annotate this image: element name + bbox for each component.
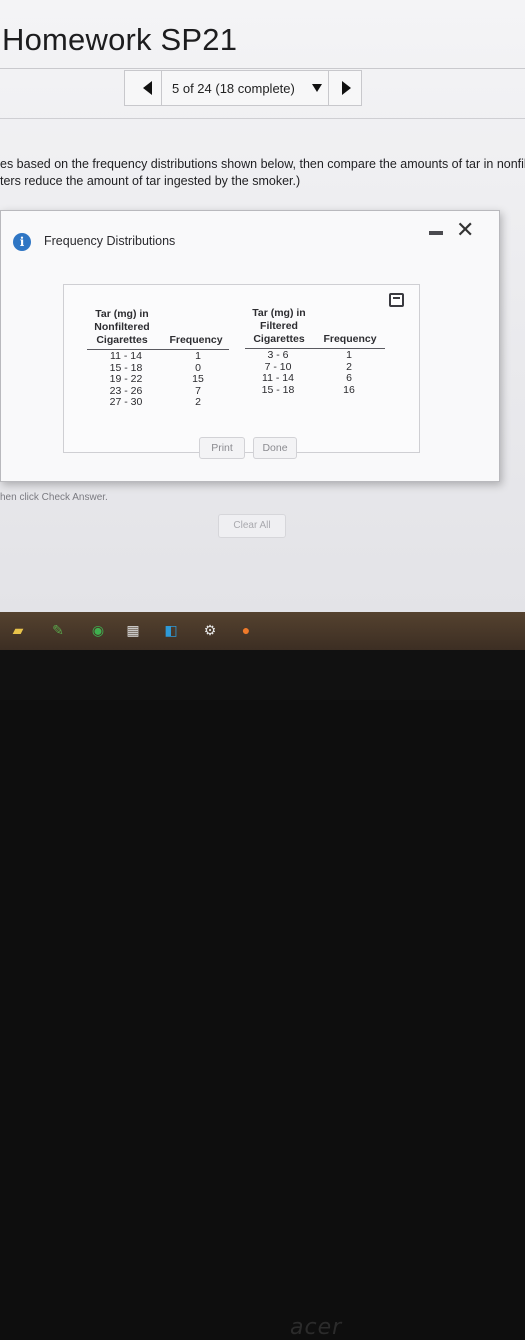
filtered-frequencies: 1 2 6 16 (334, 349, 364, 396)
browser-page: Homework SP21 5 of 24 (18 complete) es b… (0, 0, 525, 612)
class-cell: 27 - 30 (109, 396, 143, 408)
check-answer-hint: hen click Check Answer. (0, 492, 108, 503)
question-position-label[interactable]: 5 of 24 (18 complete) (172, 81, 295, 96)
divider (161, 71, 162, 105)
print-button[interactable]: Print (199, 437, 245, 459)
divider (0, 118, 525, 119)
class-cell: 19 - 22 (109, 373, 143, 385)
question-list-dropdown-icon[interactable] (312, 84, 322, 92)
header-line: Tar (mg) in (252, 307, 306, 319)
settings-icon[interactable]: ⚙ (202, 622, 218, 638)
class-cell: 15 - 18 (261, 383, 295, 396)
done-button[interactable]: Done (253, 437, 297, 459)
header-line: Cigarettes (253, 333, 305, 345)
header-line: Filtered (260, 320, 298, 332)
previous-question-icon[interactable] (143, 81, 152, 95)
frequency-cell: 16 (343, 383, 355, 396)
taskbar: ▰ ✎ ◉ ▦ ◧ ⚙ ● (0, 612, 525, 650)
pen-icon[interactable]: ✎ (50, 622, 66, 638)
frequency-cell: 2 (195, 396, 201, 408)
header-underline (245, 348, 385, 349)
folder-icon[interactable]: ▰ (10, 622, 26, 638)
divider (328, 71, 329, 105)
nonfiltered-classes: 11 - 14 15 - 18 19 - 22 23 - 26 27 - 30 (91, 350, 161, 409)
brand-logo: acer (290, 1315, 343, 1340)
question-navigator: 5 of 24 (18 complete) (124, 70, 362, 106)
close-icon[interactable]: ✕ (456, 219, 474, 241)
class-cell: 3 - 6 (267, 349, 289, 361)
question-line-2: ters reduce the amount of tar ingested b… (0, 174, 301, 188)
chrome-icon[interactable]: ◉ (90, 622, 106, 638)
frequency-cell: 6 (346, 372, 352, 384)
copy-icon[interactable] (389, 293, 404, 307)
frequency-distributions-dialog: i Frequency Distributions ✕ Tar (mg) in … (0, 210, 500, 482)
class-cell: 11 - 14 (110, 350, 142, 362)
store-icon[interactable]: ▦ (125, 622, 141, 638)
info-icon: i (13, 233, 31, 251)
next-question-icon[interactable] (342, 81, 351, 95)
filtered-header: Tar (mg) in Filtered Cigarettes (239, 307, 319, 346)
question-text: es based on the frequency distributions … (0, 156, 525, 190)
frequency-cell: 1 (346, 349, 352, 361)
filtered-frequency-header: Frequency (323, 333, 377, 345)
dialog-title: Frequency Distributions (44, 234, 176, 248)
firefox-icon[interactable]: ● (238, 622, 254, 638)
minimize-icon[interactable] (429, 231, 443, 235)
clear-all-button[interactable]: Clear All (218, 514, 286, 538)
header-underline (87, 349, 229, 350)
frequency-cell: 1 (195, 350, 201, 362)
filtered-classes: 3 - 6 7 - 10 11 - 14 15 - 18 (246, 349, 310, 396)
app-icon[interactable]: ◧ (163, 622, 179, 638)
page-title: Homework SP21 (2, 22, 238, 57)
header-line: Cigarettes (96, 334, 148, 346)
class-cell: 11 - 14 (262, 372, 294, 384)
nonfiltered-frequencies: 1 0 15 7 2 (183, 350, 213, 409)
nonfiltered-header: Tar (mg) in Nonfiltered Cigarettes (83, 308, 161, 347)
header-line: Nonfiltered (94, 321, 150, 333)
monitor-bezel: acer (0, 650, 525, 1340)
header-line: Tar (mg) in (95, 308, 149, 320)
divider (0, 68, 525, 69)
frequency-cell: 15 (192, 373, 204, 385)
nonfiltered-frequency-header: Frequency (169, 334, 223, 346)
question-line-1: es based on the frequency distributions … (0, 157, 525, 171)
